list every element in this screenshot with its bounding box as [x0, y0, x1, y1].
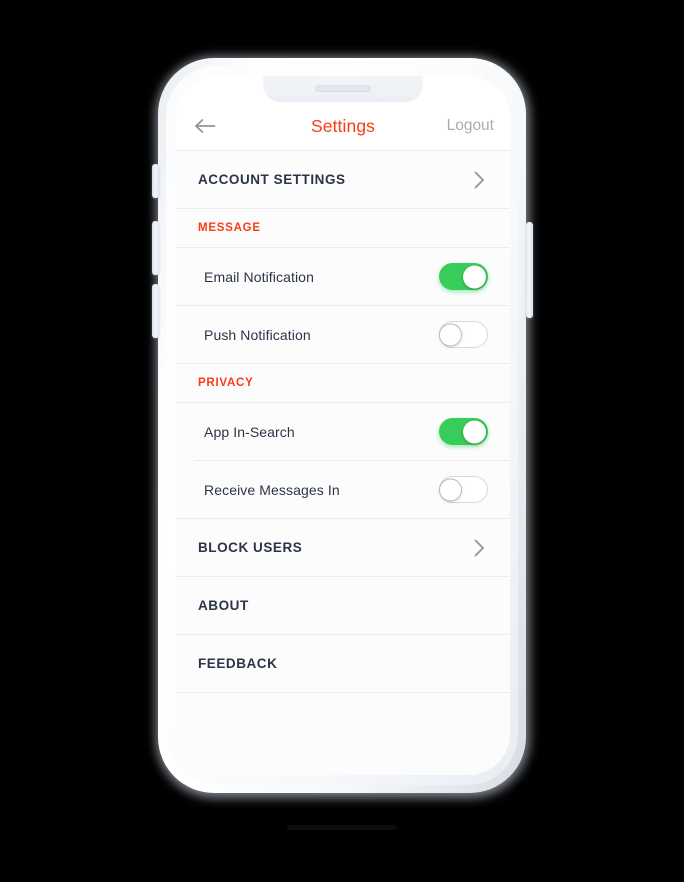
account-settings-label: ACCOUNT SETTINGS	[198, 172, 346, 187]
row-separator	[176, 692, 510, 693]
volume-down-button[interactable]	[152, 284, 159, 338]
toggle-knob	[439, 323, 462, 346]
navigation-bar: Settings Logout	[176, 102, 510, 150]
phone-bottom-speaker	[287, 825, 397, 830]
block-users-label: BLOCK USERS	[198, 540, 303, 555]
list-item-app-in-search[interactable]: App In-Search	[176, 403, 510, 460]
receive-messages-in-label: Receive Messages In	[204, 481, 340, 498]
volume-up-button[interactable]	[152, 221, 159, 275]
push-notification-label: Push Notification	[204, 326, 311, 343]
section-header-message: MESSAGE	[176, 209, 510, 247]
toggle-knob	[439, 478, 462, 501]
list-item-push-notification[interactable]: Push Notification	[176, 306, 510, 363]
toggle-knob	[463, 420, 486, 443]
section-header-privacy-label: PRIVACY	[198, 377, 254, 389]
list-item-account-settings[interactable]: ACCOUNT SETTINGS	[176, 151, 510, 208]
screenshot-stage: Settings Logout ACCOUNT SETTINGS MESSAGE…	[0, 0, 684, 882]
list-item-receive-messages-in[interactable]: Receive Messages In	[176, 461, 510, 518]
section-header-privacy: PRIVACY	[176, 364, 510, 402]
toggle-knob	[463, 265, 486, 288]
list-item-block-users[interactable]: BLOCK USERS	[176, 519, 510, 576]
chevron-right-icon	[470, 171, 488, 189]
receive-messages-in-toggle[interactable]	[439, 476, 488, 503]
feedback-label: FEEDBACK	[198, 656, 278, 671]
chevron-right-icon	[470, 539, 488, 557]
email-notification-toggle[interactable]	[439, 263, 488, 290]
silent-switch-button[interactable]	[152, 164, 159, 198]
list-item-about[interactable]: ABOUT	[176, 577, 510, 634]
phone-notch	[263, 76, 423, 102]
push-notification-toggle[interactable]	[439, 321, 488, 348]
settings-app: Settings Logout ACCOUNT SETTINGS MESSAGE…	[176, 76, 510, 775]
email-notification-label: Email Notification	[204, 268, 314, 285]
about-label: ABOUT	[198, 598, 249, 613]
list-item-email-notification[interactable]: Email Notification	[176, 248, 510, 305]
power-button[interactable]	[526, 222, 533, 318]
list-item-feedback[interactable]: FEEDBACK	[176, 635, 510, 692]
app-in-search-label: App In-Search	[204, 423, 295, 440]
section-header-message-label: MESSAGE	[198, 222, 261, 234]
app-in-search-toggle[interactable]	[439, 418, 488, 445]
logout-button[interactable]: Logout	[447, 117, 494, 135]
phone-screen: Settings Logout ACCOUNT SETTINGS MESSAGE…	[176, 76, 510, 775]
speaker-grille-icon	[315, 85, 371, 92]
settings-list: ACCOUNT SETTINGS MESSAGE Email Notificat…	[176, 151, 510, 775]
